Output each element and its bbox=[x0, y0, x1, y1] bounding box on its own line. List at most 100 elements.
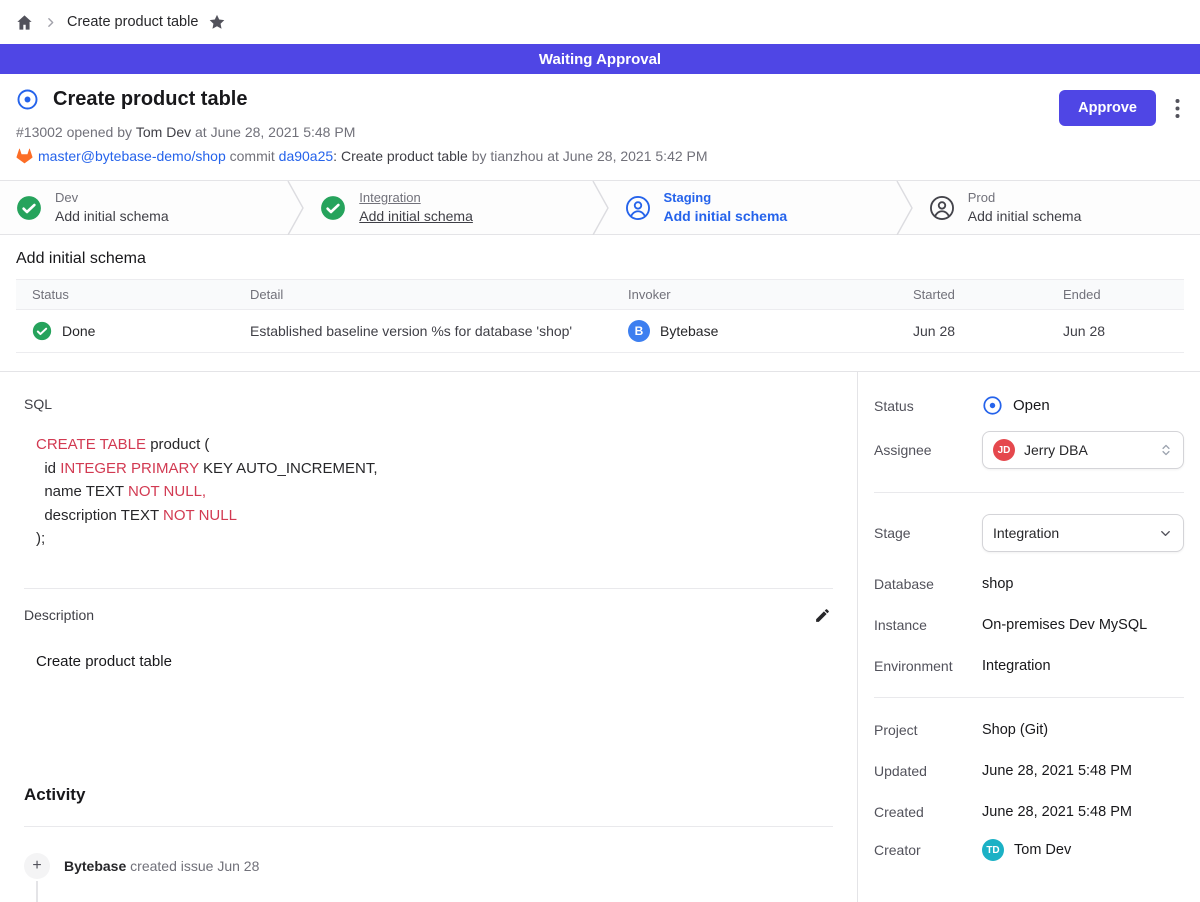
column-header: Status bbox=[16, 280, 234, 310]
issue-meta: #13002 opened by Tom Dev at June 28, 202… bbox=[16, 124, 1184, 140]
content-area: SQL CREATE TABLE product ( id INTEGER PR… bbox=[0, 371, 1200, 902]
stage-value: Integration bbox=[993, 525, 1059, 541]
assignee-avatar: JD bbox=[993, 439, 1015, 461]
field-value: shop bbox=[982, 576, 1013, 592]
commit-hash-link[interactable]: da90a25 bbox=[279, 148, 334, 164]
task-table: StatusDetailInvokerStartedEnded DoneEsta… bbox=[16, 279, 1184, 353]
edit-description-button[interactable] bbox=[812, 605, 833, 626]
sql-line: id INTEGER PRIMARY KEY AUTO_INCREMENT, bbox=[36, 457, 833, 481]
field-value: June 28, 2021 5:48 PM bbox=[982, 804, 1132, 820]
task-detail: Established baseline version %s for data… bbox=[234, 310, 612, 353]
field-value: June 28, 2021 5:48 PM bbox=[982, 763, 1132, 779]
field-label: Updated bbox=[874, 763, 982, 779]
sql-code: CREATE TABLE product ( id INTEGER PRIMAR… bbox=[36, 433, 833, 551]
open-status-icon bbox=[982, 395, 1003, 416]
status-label: Status bbox=[874, 398, 982, 414]
issue-open-icon bbox=[16, 88, 39, 111]
assignee-select[interactable]: JD Jerry DBA bbox=[982, 431, 1184, 469]
divider bbox=[874, 697, 1184, 698]
creator: TD Tom Dev bbox=[982, 839, 1071, 861]
waiting-approval-banner: Waiting Approval bbox=[0, 44, 1200, 74]
stage-task: Add initial schema bbox=[359, 208, 473, 224]
sidebar-field-created: CreatedJune 28, 2021 5:48 PM bbox=[874, 804, 1184, 820]
sidebar-field-database: Databaseshop bbox=[874, 576, 1184, 592]
text-segment: #13002 opened by bbox=[16, 124, 132, 140]
task-invoker: BBytebase bbox=[628, 320, 881, 342]
text-segment: created issue Jun 28 bbox=[130, 858, 259, 874]
pipeline-stage-dev[interactable]: Dev Add initial schema bbox=[0, 181, 287, 234]
pencil-icon bbox=[814, 607, 831, 624]
sidebar-field-updated: UpdatedJune 28, 2021 5:48 PM bbox=[874, 763, 1184, 779]
home-icon[interactable] bbox=[15, 13, 34, 32]
star-icon[interactable] bbox=[208, 13, 226, 31]
field-label: Database bbox=[874, 576, 982, 592]
task-status: Done bbox=[32, 321, 218, 341]
task-row[interactable]: Done Established baseline version %s for … bbox=[16, 310, 1184, 353]
column-header: Detail bbox=[234, 280, 612, 310]
sql-label: SQL bbox=[24, 396, 833, 412]
stage-separator bbox=[592, 181, 609, 234]
divider bbox=[24, 588, 833, 589]
stage-separator bbox=[896, 181, 913, 234]
sidebar-fields-db: Databaseshop InstanceOn-premises Dev MySQ… bbox=[874, 576, 1184, 674]
column-header: Started bbox=[897, 280, 1047, 310]
divider bbox=[24, 826, 833, 827]
gitlab-icon bbox=[16, 148, 38, 164]
main-panel: SQL CREATE TABLE product ( id INTEGER PR… bbox=[0, 372, 858, 902]
sql-line: description TEXT NOT NULL bbox=[36, 504, 833, 528]
assignee-value: Jerry DBA bbox=[1024, 442, 1088, 458]
field-value: Shop (Git) bbox=[982, 722, 1048, 738]
invoker-avatar: B bbox=[628, 320, 650, 342]
pipeline-stage-staging[interactable]: StagingAdd initial schema bbox=[609, 181, 896, 234]
check-circle-icon bbox=[32, 321, 52, 341]
sidebar-fields-project: ProjectShop (Git)UpdatedJune 28, 2021 5:… bbox=[874, 722, 1184, 820]
sidebar-field-environment: EnvironmentIntegration bbox=[874, 658, 1184, 674]
column-header: Ended bbox=[1047, 280, 1184, 310]
issue-status: Open bbox=[982, 395, 1050, 416]
task-ended: Jun 28 bbox=[1047, 310, 1184, 353]
stage-separator bbox=[287, 181, 304, 234]
check-circle-icon bbox=[16, 195, 42, 221]
pipeline-stage-prod[interactable]: Prod Add initial schema bbox=[913, 181, 1200, 234]
stage-task: Add initial schema bbox=[55, 208, 169, 224]
text-segment: Create product table bbox=[341, 148, 468, 164]
divider bbox=[874, 492, 1184, 493]
sql-line: CREATE TABLE product ( bbox=[36, 433, 833, 457]
text-segment: : bbox=[333, 148, 337, 164]
creator-avatar: TD bbox=[982, 839, 1004, 861]
text-segment: Bytebase bbox=[64, 858, 126, 874]
chevrons-up-down-icon bbox=[1159, 443, 1173, 457]
sidebar: Status Open Assignee JD Jerry DBA Stage … bbox=[858, 372, 1200, 902]
description-label: Description bbox=[24, 607, 94, 623]
issue-header: Create product table #13002 opened by To… bbox=[0, 74, 1200, 180]
sidebar-field-instance: InstanceOn-premises Dev MySQL bbox=[874, 617, 1184, 633]
approve-button[interactable]: Approve bbox=[1059, 90, 1156, 126]
stage-env: Dev bbox=[55, 191, 169, 206]
pipeline: DevAdd initial schemaIntegrationAdd init… bbox=[0, 180, 1200, 235]
field-label: Project bbox=[874, 722, 982, 738]
activity-item: + Bytebase created issue Jun 28 bbox=[24, 853, 833, 879]
breadcrumb-page-title: Create product table bbox=[67, 14, 198, 30]
stage-task: Add initial schema bbox=[968, 208, 1082, 224]
text-segment: by tianzhou at June 28, 2021 5:42 PM bbox=[472, 148, 708, 164]
field-value: Integration bbox=[982, 658, 1051, 674]
chevron-right-icon bbox=[44, 16, 57, 29]
stage-select[interactable]: Integration bbox=[982, 514, 1184, 552]
status-value: Open bbox=[1013, 397, 1050, 414]
activity-list: + Bytebase created issue Jun 28 bbox=[24, 853, 833, 879]
sql-line: name TEXT NOT NULL, bbox=[36, 480, 833, 504]
stage-task: Add initial schema bbox=[664, 208, 788, 224]
task-section-heading: Add initial schema bbox=[16, 250, 1184, 268]
field-label: Instance bbox=[874, 617, 982, 633]
pipeline-stage-integration[interactable]: IntegrationAdd initial schema bbox=[304, 181, 591, 234]
stage-env: Prod bbox=[968, 191, 1082, 206]
stage-label: Stage bbox=[874, 525, 982, 541]
field-value: On-premises Dev MySQL bbox=[982, 617, 1147, 633]
assignee-label: Assignee bbox=[874, 442, 982, 458]
user-circle-icon bbox=[929, 195, 955, 221]
plus-icon: + bbox=[24, 853, 50, 879]
kebab-menu-icon[interactable] bbox=[1171, 96, 1184, 121]
issue-title: Create product table bbox=[53, 88, 247, 111]
vcs-branch-link[interactable]: master@bytebase-demo/shop bbox=[38, 148, 226, 164]
activity-heading: Activity bbox=[24, 785, 833, 805]
